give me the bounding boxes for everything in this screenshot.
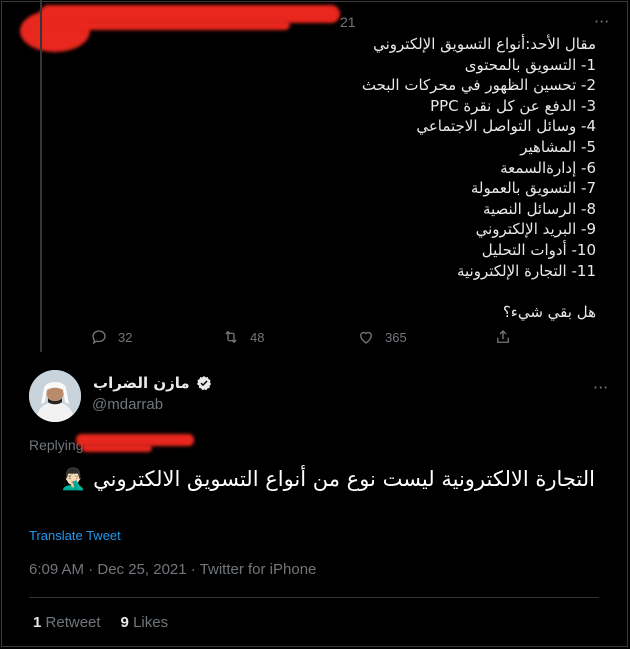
redaction-mark [60,20,290,30]
tweet-actions: 32 48 365 [0,328,630,350]
reply-icon [92,330,106,345]
likes-stat[interactable]: 9 Likes [121,614,169,631]
share-icon [497,330,509,343]
more-options-icon[interactable]: ··· [593,378,608,397]
more-options-icon[interactable]: ··· [594,12,609,31]
retweet-icon [225,330,237,344]
reply-button[interactable]: 32 [90,328,132,346]
redaction-mark [82,444,152,452]
author-row: مازن الضراب [93,374,212,392]
like-count: 365 [385,329,407,345]
quoted-tweet-text: مقال الأحد:أنواع التسويق الإلكتروني 1- ا… [361,35,596,321]
retweets-label: Retweet [45,614,101,631]
reply-tweet-text: التجارة الالكترونية ليست نوع من أنواع ال… [60,467,595,491]
likes-label: Likes [133,614,169,631]
verified-badge-icon [196,376,211,391]
share-button[interactable] [494,328,522,346]
divider [29,597,599,598]
like-icon [360,331,372,344]
avatar-image [29,370,81,422]
tweet-stats: 1 Retweet 9 Likes [33,614,168,631]
retweets-stat[interactable]: 1 Retweet [33,614,101,631]
thread-line [40,0,42,352]
avatar[interactable] [29,370,81,422]
retweet-count: 48 [250,329,265,345]
tweet-time: 21 [340,14,356,30]
tweet-timestamp[interactable]: 6:09 AM · Dec 25, 2021 · Twitter for iPh… [29,561,316,578]
like-button[interactable]: 365 [357,328,407,346]
author-name[interactable]: مازن الضراب [93,374,190,392]
translate-tweet-link[interactable]: Translate Tweet [29,528,121,543]
author-handle[interactable]: @mdarrab [92,396,163,413]
likes-count: 9 [120,614,129,631]
reply-count: 32 [118,329,133,345]
retweets-count: 1 [33,614,42,631]
retweet-button[interactable]: 48 [222,328,264,346]
